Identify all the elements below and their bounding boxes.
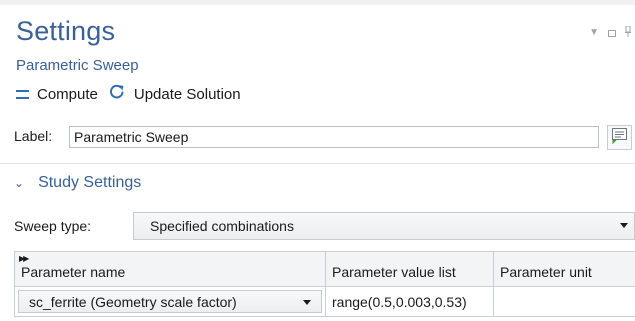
page-title: Settings xyxy=(16,16,116,46)
sweep-type-row: Sweep type: Specified combinations xyxy=(14,212,635,240)
chevron-down-icon[interactable]: ▼ xyxy=(589,28,599,38)
toolbar: Compute Update Solution xyxy=(16,83,251,105)
compute-button[interactable]: Compute xyxy=(16,86,98,103)
node-subtitle: Parametric Sweep xyxy=(16,57,139,74)
table-header-row: ▶▶ Parameter name Parameter value list P… xyxy=(14,251,635,287)
parameter-unit-value xyxy=(494,294,500,310)
dropdown-arrow-icon xyxy=(303,300,311,305)
column-header-parameter-value-list[interactable]: Parameter value list xyxy=(325,251,494,287)
section-title: Study Settings xyxy=(38,174,142,191)
pin-icon[interactable] xyxy=(625,24,631,42)
update-solution-label: Update Solution xyxy=(133,85,241,103)
label-row: Label: xyxy=(14,125,635,150)
sweep-type-select[interactable]: Specified combinations xyxy=(133,212,635,240)
window-controls: ▼ xyxy=(589,24,631,42)
label-input[interactable] xyxy=(69,126,599,148)
expand-icon[interactable]: ▶▶ xyxy=(19,254,29,263)
label-caption: Label: xyxy=(14,128,53,144)
parameter-table: ▶▶ Parameter name Parameter value list P… xyxy=(14,251,635,317)
column-header-parameter-unit[interactable]: Parameter unit xyxy=(493,251,635,287)
compute-label: Compute xyxy=(37,85,98,103)
update-solution-button[interactable]: Update Solution xyxy=(108,83,241,105)
sweep-type-value: Specified combinations xyxy=(150,218,294,234)
maximize-icon[interactable] xyxy=(608,29,616,37)
comments-button[interactable] xyxy=(607,125,632,150)
parameter-value-list-cell[interactable]: range(0.5,0.003,0.53) xyxy=(325,286,494,317)
parameter-name-select[interactable]: sc_ferrite (Geometry scale factor) xyxy=(18,290,322,313)
parameter-name-cell[interactable]: sc_ferrite (Geometry scale factor) xyxy=(14,286,326,317)
sweep-type-caption: Sweep type: xyxy=(14,218,92,234)
chevron-down-icon: ⌄ xyxy=(14,176,25,190)
parameter-value-list-value: range(0.5,0.003,0.53) xyxy=(332,293,467,310)
refresh-icon xyxy=(108,83,126,105)
settings-window: Settings ▼ Parametric Sweep Compute Upda… xyxy=(0,0,635,321)
study-settings-section-header[interactable]: ⌄ Study Settings xyxy=(14,174,141,192)
window-top-strip xyxy=(0,0,635,5)
dropdown-arrow-icon xyxy=(620,223,628,228)
parameter-unit-cell[interactable] xyxy=(493,286,635,317)
comment-icon xyxy=(611,127,628,149)
section-divider xyxy=(0,163,635,164)
table-row[interactable]: sc_ferrite (Geometry scale factor) range… xyxy=(14,286,635,317)
parameter-name-value: sc_ferrite (Geometry scale factor) xyxy=(29,293,237,310)
compute-icon xyxy=(16,89,29,99)
column-header-parameter-name[interactable]: ▶▶ Parameter name xyxy=(14,251,326,287)
